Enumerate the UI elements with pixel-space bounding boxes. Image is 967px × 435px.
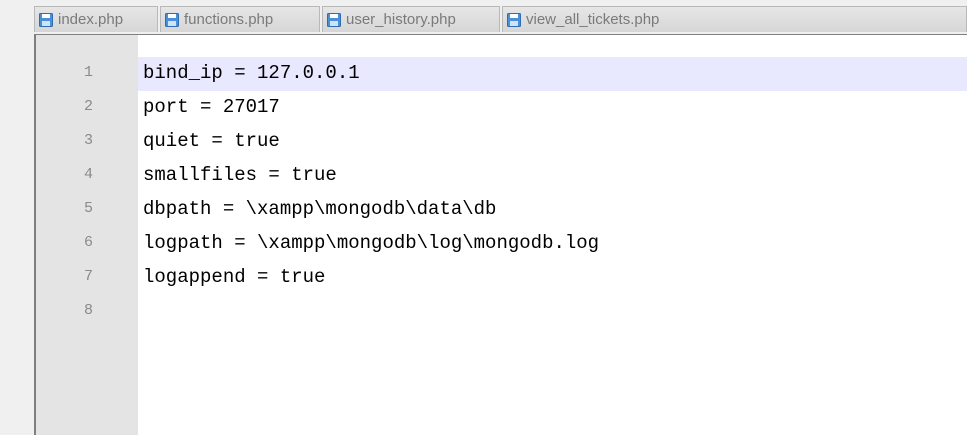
tab-label: index.php [58, 11, 124, 28]
tab-bar: index.php functions.php user_history.php [0, 0, 967, 34]
code-line[interactable]: 5 dbpath = \xampp\mongodb\data\db [36, 193, 967, 227]
code-line[interactable]: 1 bind_ip = 127.0.0.1 [36, 57, 967, 91]
tab-label: view_all_tickets.php [526, 11, 660, 28]
line-number: 8 [83, 302, 93, 319]
line-number-cell: 6 [36, 227, 138, 261]
tab-label: functions.php [184, 11, 274, 28]
line-number: 1 [83, 64, 93, 81]
code-text[interactable]: logpath = \xampp\mongodb\log\mongodb.log [143, 232, 599, 254]
code-line[interactable]: 7 logappend = true [36, 261, 967, 295]
code-text[interactable]: smallfiles = true [143, 164, 337, 186]
line-number-cell: 4 [36, 159, 138, 193]
code-line[interactable]: 8 [36, 295, 967, 329]
line-number-cell: 7 [36, 261, 138, 295]
code-line[interactable]: 2 port = 27017 [36, 91, 967, 125]
code-line[interactable]: 6 logpath = \xampp\mongodb\log\mongodb.l… [36, 227, 967, 261]
line-number: 4 [83, 166, 93, 183]
code-text[interactable]: quiet = true [143, 130, 280, 152]
tab-user-history-php[interactable]: user_history.php [322, 6, 500, 32]
line-number: 5 [83, 200, 93, 217]
save-icon [327, 12, 341, 27]
save-icon [507, 12, 521, 27]
code-editor[interactable]: 1 bind_ip = 127.0.0.1 2 port = 27017 3 q… [34, 34, 967, 435]
save-icon [39, 12, 53, 27]
line-number: 3 [83, 132, 93, 149]
code-text[interactable]: port = 27017 [143, 96, 280, 118]
code-text[interactable]: bind_ip = 127.0.0.1 [143, 62, 360, 84]
line-number-cell: 5 [36, 193, 138, 227]
tab-functions-php[interactable]: functions.php [160, 6, 320, 32]
line-number: 7 [83, 268, 93, 285]
code-text[interactable]: dbpath = \xampp\mongodb\data\db [143, 198, 496, 220]
line-number-cell: 3 [36, 125, 138, 159]
editor-window: index.php functions.php user_history.php [0, 0, 967, 435]
line-number: 2 [83, 98, 93, 115]
line-number-cell: 8 [36, 295, 138, 329]
line-number-cell: 2 [36, 91, 138, 125]
line-number-cell: 1 [36, 57, 138, 91]
tab-view-all-tickets-php[interactable]: view_all_tickets.php [502, 6, 967, 32]
tab-index-php[interactable]: index.php [34, 6, 158, 32]
code-line[interactable]: 3 quiet = true [36, 125, 967, 159]
line-number: 6 [83, 234, 93, 251]
code-text[interactable]: logappend = true [143, 266, 325, 288]
save-icon [165, 12, 179, 27]
tab-label: user_history.php [346, 11, 456, 28]
code-line[interactable]: 4 smallfiles = true [36, 159, 967, 193]
